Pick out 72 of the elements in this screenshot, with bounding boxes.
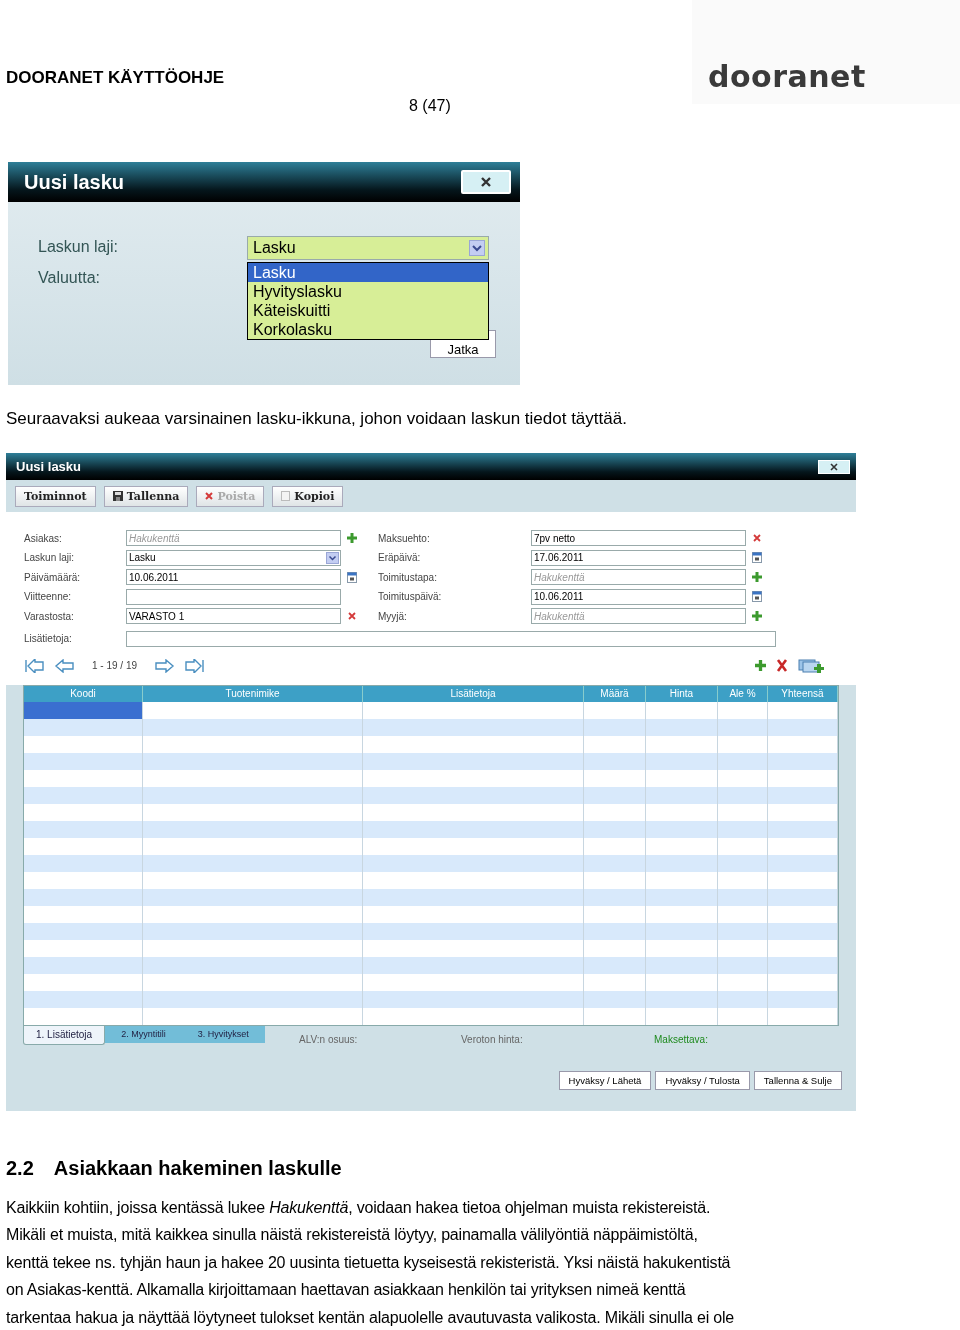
add-icon[interactable] — [347, 533, 357, 544]
field-label: Maksuehto: — [378, 532, 431, 544]
close-button[interactable] — [461, 170, 511, 194]
action-button[interactable]: Hyväksy / Tulosta — [655, 1070, 750, 1090]
add-icon[interactable] — [752, 611, 762, 622]
close-icon — [480, 176, 492, 188]
action-button[interactable]: Hyväksy / Lähetä — [558, 1070, 652, 1090]
first-page-icon[interactable] — [24, 658, 44, 673]
last-page-icon[interactable] — [185, 658, 206, 673]
body-paragraph: Kaikkiin kohtiin, joissa kentässä lukee Hakukenttä, voidaan hakea tietoa ohjelman muista rekistereistä. Mikäli et muista, mitä kaikkea sinulla näistä rekistereistä löytyy, painamalla välilyöntiä näppäimistöltä, kenttä tekee ns. tyhjän haun ja hakee 20 uusinta tietuetta kyseisestä rekisteristä. Yksi näistä hakukentistä on Asiakas-kenttä. Alkamalla kirjoittamaan haettavan asiakkaan henkilön tai yrityksen nimeä kenttä tarkentaa hakua ja näyttää löytyneet tulokset kentän alapuolelle avautuvasta valikosta. Mikäli sinulla ei ole — [6, 1198, 735, 1328]
logo: dooranet — [692, 0, 960, 104]
section-number: 2.2 — [6, 1157, 34, 1181]
document-title: DOORANET KÄYTTÖOHJE — [6, 68, 225, 88]
delete-icon — [205, 492, 214, 500]
field-label: Viitteenne: — [24, 591, 73, 603]
grid-row[interactable] — [24, 701, 838, 719]
input-field[interactable]: 17.06.2011 — [531, 549, 746, 566]
field-label: Laskun laji: — [38, 238, 120, 256]
input-field[interactable]: 7pv netto — [531, 530, 746, 547]
action-button[interactable]: Tallenna & Sulje — [753, 1070, 842, 1090]
field-label: Laskun laji: — [24, 552, 76, 564]
field-label: Varastosta: — [24, 610, 75, 622]
field-label: Toimitustapa: — [378, 571, 438, 583]
calendar-icon[interactable] — [752, 552, 762, 564]
field-label: Valuutta: — [38, 269, 101, 287]
notes-field[interactable] — [126, 630, 776, 647]
delete-icon[interactable] — [348, 612, 356, 621]
toolbar-button[interactable]: Kopioi — [272, 485, 344, 507]
input-field[interactable]: Hakukenttä — [126, 530, 341, 547]
total-label: Veroton hinta: — [461, 1033, 523, 1045]
input-field[interactable]: 10.06.2011 — [531, 588, 746, 605]
toolbar-button[interactable]: Toiminnot — [15, 485, 96, 507]
dropdown-option[interactable]: Lasku — [248, 263, 488, 282]
close-button[interactable] — [818, 459, 850, 474]
section-heading: Asiakkaan hakeminen laskulle — [53, 1157, 342, 1181]
field-label: Toimituspäivä: — [378, 591, 443, 603]
delete-icon[interactable] — [776, 659, 788, 672]
dropdown-icon — [469, 240, 485, 256]
input-field[interactable] — [126, 588, 341, 605]
dropdown-option[interactable]: Hyvityslasku — [248, 282, 488, 301]
input-field[interactable]: Hakukenttä — [531, 608, 746, 625]
field-label: Myyjä: — [378, 610, 408, 622]
input-field[interactable]: VARASTO 1 — [126, 608, 341, 625]
calendar-icon[interactable] — [752, 591, 762, 603]
next-icon[interactable] — [155, 658, 176, 673]
document-icon — [281, 491, 291, 501]
dropdown-option[interactable]: Käteiskuitti — [248, 301, 488, 320]
field-label: Asiakas: — [24, 532, 63, 544]
dialog-title: Uusi lasku — [24, 170, 125, 194]
window-title: Uusi lasku — [16, 459, 82, 474]
save-icon — [112, 491, 123, 501]
calendar-icon[interactable] — [347, 571, 357, 583]
field-label: Päivämäärä: — [24, 571, 82, 583]
page-counter: 1 - 19 / 19 — [92, 660, 138, 671]
field-label: Lisätietoja: — [24, 633, 73, 644]
add-rows-icon[interactable] — [798, 657, 826, 674]
previous-icon[interactable] — [54, 658, 74, 673]
dropdown-icon — [326, 551, 339, 564]
delete-icon[interactable] — [753, 534, 761, 543]
page-number: 8 (47) — [409, 97, 451, 115]
add-icon[interactable] — [752, 572, 762, 583]
total-label: Maksettava: — [654, 1033, 708, 1045]
select-field[interactable]: Lasku — [126, 549, 341, 566]
field-label: Eräpäivä: — [378, 552, 422, 564]
input-field[interactable]: 10.06.2011 — [126, 569, 341, 586]
type-select[interactable]: Lasku — [247, 236, 489, 260]
caption-text: Seuraavaksi aukeaa varsinainen lasku-ikkuna, johon voidaan laskun tiedot täyttää. — [6, 409, 628, 429]
total-label: ALV:n osuus: — [299, 1033, 358, 1045]
input-field[interactable]: Hakukenttä — [531, 569, 746, 586]
add-icon[interactable] — [755, 660, 766, 671]
toolbar-button[interactable]: Tallenna — [103, 485, 189, 507]
close-icon — [830, 462, 838, 471]
